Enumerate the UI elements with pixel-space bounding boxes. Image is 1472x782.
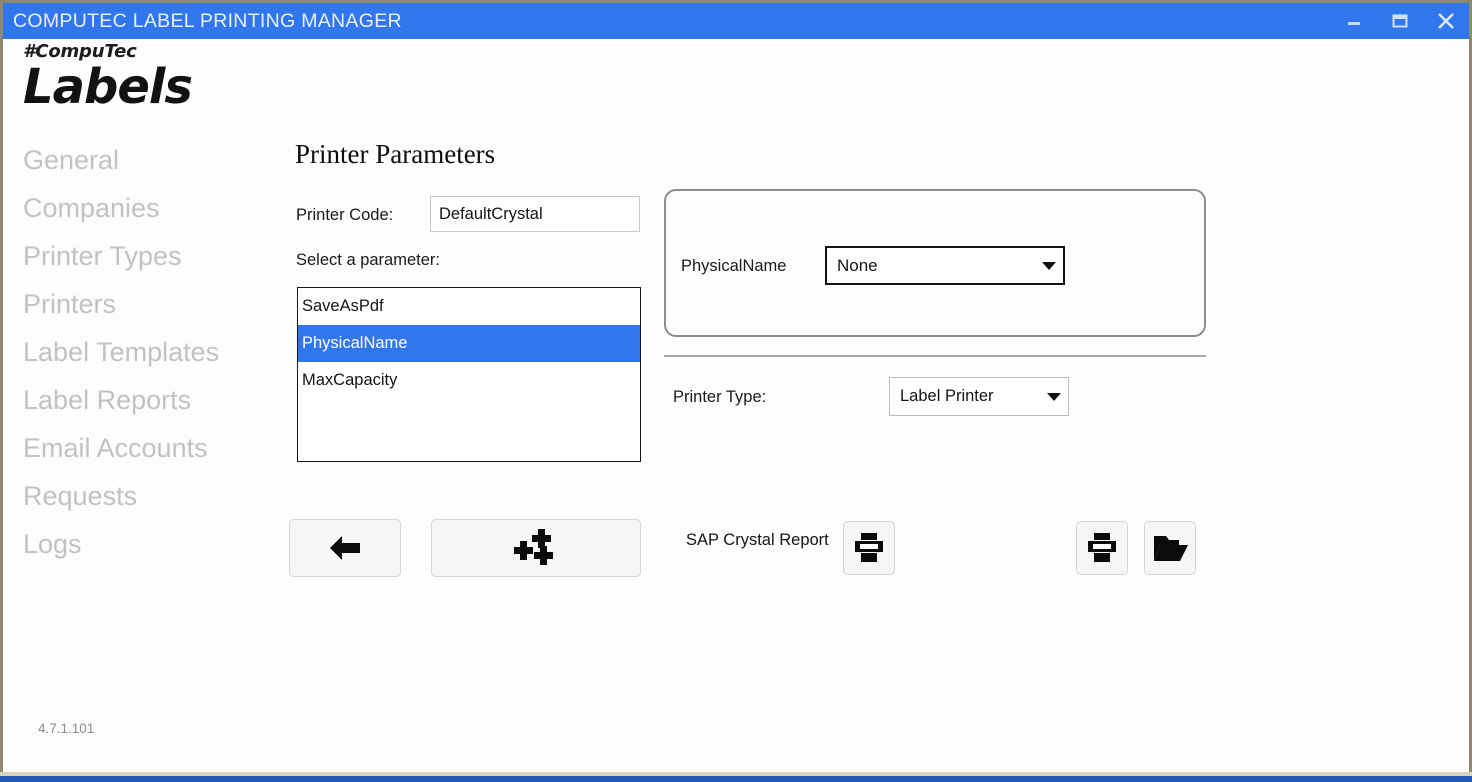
printer-type-dropdown[interactable]: Label Printer	[889, 377, 1069, 416]
back-arrow-icon	[326, 532, 364, 564]
open-folder-icon	[1152, 531, 1188, 565]
sap-crystal-print-button[interactable]	[843, 521, 895, 575]
printer-icon	[1084, 530, 1120, 566]
sap-crystal-report-label: SAP Crystal Report	[686, 531, 829, 550]
add-multiple-button[interactable]	[431, 519, 641, 577]
print-button[interactable]	[1076, 521, 1128, 575]
page-title: Printer Parameters	[295, 139, 495, 170]
open-folder-button[interactable]	[1144, 521, 1196, 575]
printer-icon	[851, 530, 887, 566]
printer-type-label: Printer Type:	[673, 388, 766, 407]
printer-code-input[interactable]	[430, 196, 640, 232]
application-window: COMPUTEC LABEL PRINTING MANAGER #Com	[0, 0, 1472, 782]
physical-name-dropdown[interactable]: None	[825, 246, 1065, 285]
back-button[interactable]	[289, 519, 401, 577]
chevron-down-icon	[1040, 392, 1068, 402]
add-multiple-icon	[514, 528, 558, 568]
chevron-down-icon	[1035, 261, 1063, 271]
physical-name-label: PhysicalName	[681, 257, 786, 276]
taskbar-strip	[0, 776, 1472, 782]
section-divider	[664, 355, 1206, 357]
list-item[interactable]: SaveAsPdf	[298, 288, 640, 325]
parameter-listbox[interactable]: SaveAsPdf PhysicalName MaxCapacity	[297, 287, 641, 462]
printer-code-label: Printer Code:	[296, 206, 393, 225]
main-content: Printer Parameters Printer Code: Select …	[3, 3, 1469, 743]
select-parameter-label: Select a parameter:	[296, 251, 440, 270]
list-item[interactable]: MaxCapacity	[298, 362, 640, 399]
printer-type-value: Label Printer	[890, 387, 1040, 406]
physical-name-value: None	[827, 256, 1035, 276]
list-item[interactable]: PhysicalName	[298, 325, 640, 362]
